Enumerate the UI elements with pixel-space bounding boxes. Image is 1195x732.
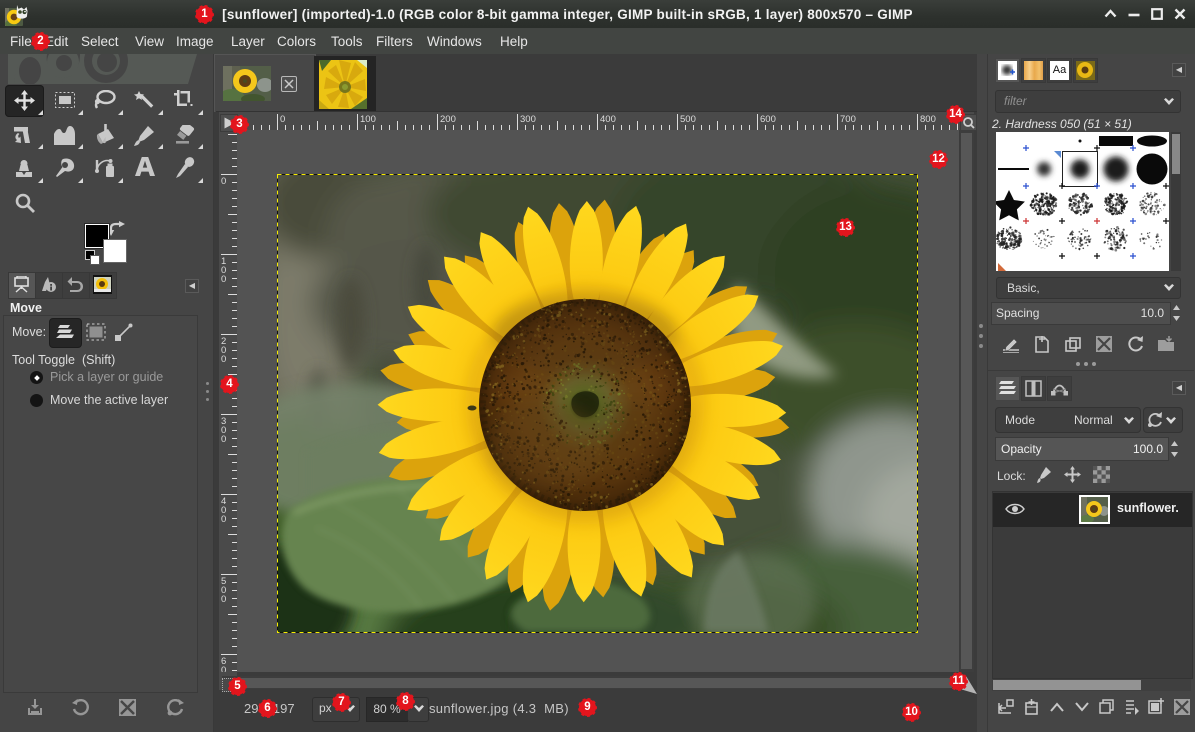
svg-text:400: 400 bbox=[600, 114, 616, 125]
svg-text:600: 600 bbox=[760, 114, 776, 125]
svg-text:0: 0 bbox=[221, 434, 226, 445]
svg-text:0: 0 bbox=[221, 354, 226, 365]
svg-text:300: 300 bbox=[520, 114, 536, 125]
svg-text:0: 0 bbox=[221, 514, 226, 525]
svg-text:0: 0 bbox=[221, 274, 226, 285]
svg-text:0: 0 bbox=[221, 594, 226, 605]
svg-text:0: 0 bbox=[221, 176, 226, 187]
svg-text:700: 700 bbox=[840, 114, 856, 125]
svg-text:200: 200 bbox=[440, 114, 456, 125]
svg-text:500: 500 bbox=[680, 114, 696, 125]
svg-text:100: 100 bbox=[360, 114, 376, 125]
svg-text:800: 800 bbox=[920, 114, 936, 125]
svg-text:0: 0 bbox=[221, 665, 226, 672]
svg-text:0: 0 bbox=[280, 114, 285, 125]
